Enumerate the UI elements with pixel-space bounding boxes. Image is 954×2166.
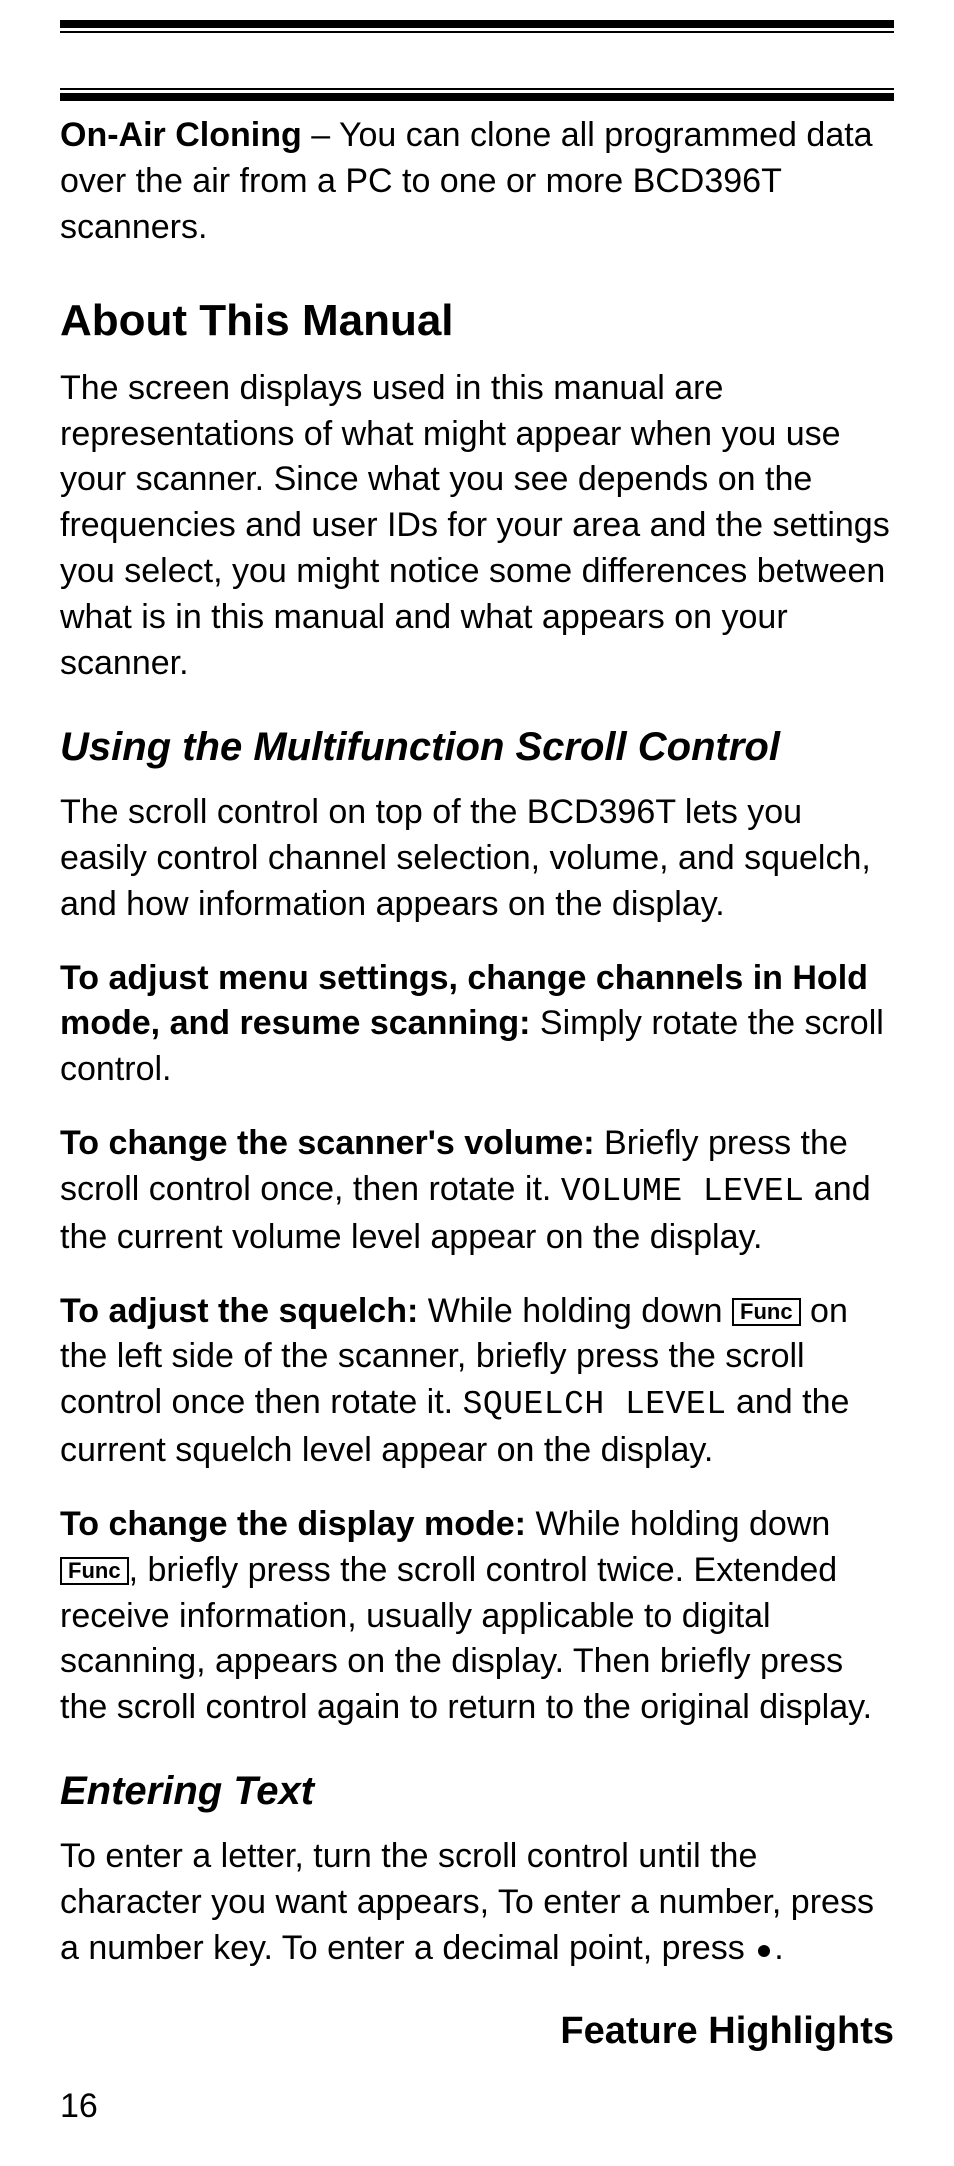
scroll-squelch-paragraph: To adjust the squelch: While holding dow… [60, 1289, 894, 1474]
bold-label: To change the display mode: [60, 1505, 526, 1543]
scroll-intro-paragraph: The scroll control on top of the BCD396T… [60, 790, 894, 928]
mid-rule-thin [60, 88, 894, 90]
feature-title: On-Air Cloning [60, 116, 302, 154]
volume-level-display-text: VOLUME LEVEL [561, 1173, 805, 1210]
heading-about-this-manual: About This Manual [60, 296, 894, 346]
bold-label: To change the scanner's volume: [60, 1124, 595, 1162]
page-number: 16 [60, 2087, 894, 2126]
func-key-icon: Func [60, 1557, 129, 1585]
top-rule-thin [60, 31, 894, 33]
scroll-adjust-menu-paragraph: To adjust menu settings, change channels… [60, 956, 894, 1094]
feature-on-air-cloning: On-Air Cloning – You can clone all progr… [60, 113, 894, 251]
body-text: To enter a letter, turn the scroll contr… [60, 1837, 874, 1967]
footer-section-title: Feature Highlights [60, 2010, 894, 2053]
heading-scroll-control: Using the Multifunction Scroll Control [60, 725, 894, 770]
heading-entering-text: Entering Text [60, 1769, 894, 1814]
mid-rule-thick [60, 93, 894, 101]
entering-text-paragraph: To enter a letter, turn the scroll contr… [60, 1834, 894, 1972]
scroll-display-mode-paragraph: To change the display mode: While holdin… [60, 1502, 894, 1731]
bold-label: To adjust the squelch: [60, 1292, 418, 1330]
body-text: . [774, 1929, 783, 1967]
scroll-volume-paragraph: To change the scanner's volume: Briefly … [60, 1121, 894, 1260]
about-paragraph: The screen displays used in this manual … [60, 366, 894, 687]
manual-page: On-Air Cloning – You can clone all progr… [0, 20, 954, 2126]
dot-icon [758, 1945, 770, 1957]
body-text: , briefly press the scroll control twice… [60, 1551, 872, 1727]
body-text: While holding down [526, 1505, 830, 1543]
top-rule-thick [60, 20, 894, 28]
body-text: While holding down [418, 1292, 732, 1330]
squelch-level-display-text: SQUELCH LEVEL [463, 1386, 727, 1423]
func-key-icon: Func [732, 1298, 801, 1326]
